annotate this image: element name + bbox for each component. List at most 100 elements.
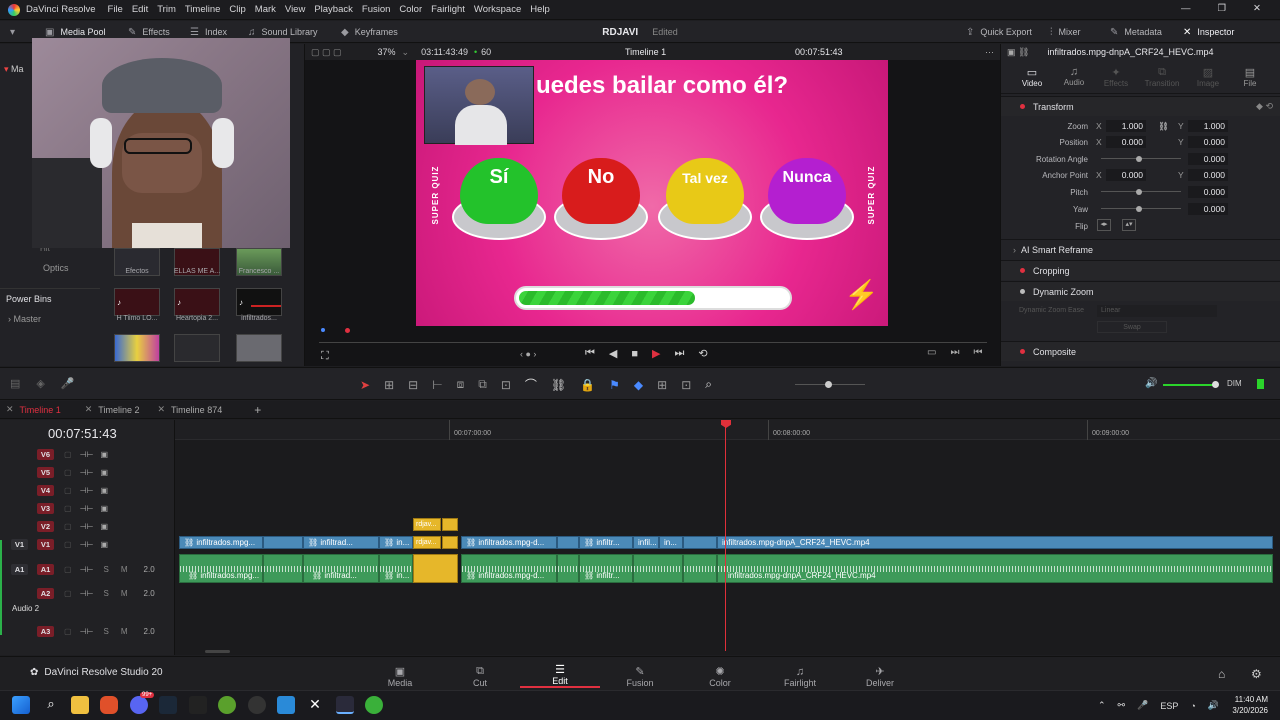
view-icon[interactable]: ◈	[36, 377, 44, 390]
scrubber-track[interactable]	[319, 342, 987, 343]
lock-icon[interactable]: ⊣⊢	[80, 468, 94, 477]
menu-color[interactable]: Color	[399, 4, 422, 15]
dynamic-zoom-section[interactable]: Dynamic Zoom	[1001, 281, 1280, 301]
zoom-detail-icon[interactable]: ⊡	[681, 378, 691, 392]
zoom-y-field[interactable]: 1.000	[1188, 120, 1228, 132]
timeline-clip-v2[interactable]: rdjav...	[413, 518, 441, 531]
tab-file[interactable]: ▤ File	[1235, 66, 1265, 88]
viewer-zoom[interactable]: 37%	[378, 47, 396, 57]
quick-export-button[interactable]: ⇪ Quick Export	[966, 21, 1032, 43]
viewer-options-icon[interactable]: ▢ ▢ ▢	[311, 47, 342, 58]
zoom-fit-icon[interactable]: ⊞	[657, 378, 667, 392]
menu-playback[interactable]: Playback	[314, 4, 353, 15]
maximize-icon[interactable]: ❐	[1218, 3, 1227, 14]
monitor-icon[interactable]: ▣	[101, 504, 109, 513]
timeline-clip-v2[interactable]	[442, 518, 458, 531]
photos-icon[interactable]	[277, 696, 295, 714]
menu-clip[interactable]: Clip	[229, 4, 245, 15]
enable-dot-icon[interactable]	[1020, 104, 1025, 109]
volume-slider[interactable]	[1163, 384, 1215, 386]
rotation-field[interactable]: 0.000	[1188, 153, 1228, 165]
reset-icon[interactable]: ◆ ⟲	[1256, 101, 1273, 112]
lock-icon[interactable]: ⊣⊢	[80, 540, 94, 549]
timeline-clip-a1[interactable]: infiltrados.mpg-dnpA_CRF24_HEVC.mp4	[717, 554, 1273, 583]
timeline-clip-a1[interactable]: ⛓ infiltr...	[579, 554, 633, 583]
minimize-icon[interactable]: —	[1181, 3, 1191, 14]
monitor-icon[interactable]: ▣	[101, 450, 109, 459]
volume-handle[interactable]	[1212, 381, 1219, 388]
blade-tool-icon[interactable]: ⊢	[432, 378, 442, 392]
tray-chevron-icon[interactable]: ⌃	[1098, 700, 1106, 711]
fullscreen-icon[interactable]: ▭	[927, 347, 936, 358]
loop-icon[interactable]: ⟲	[698, 347, 707, 360]
menu-timeline[interactable]: Timeline	[185, 4, 221, 15]
position-y-field[interactable]: 0.000	[1188, 136, 1228, 148]
pitch-field[interactable]: 0.000	[1188, 186, 1228, 198]
skip-end-icon[interactable]: ⏭	[675, 347, 685, 360]
metadata-button[interactable]: ✎ Metadata	[1110, 21, 1162, 43]
page-fusion[interactable]: ✎ Fusion	[600, 660, 680, 688]
clip-thumbnail[interactable]	[174, 334, 220, 362]
replace-icon[interactable]: ⊡	[501, 378, 511, 392]
page-deliver[interactable]: ✈ Deliver	[840, 660, 920, 688]
tab-timeline-1[interactable]: Timeline 1	[20, 405, 61, 415]
wifi-icon[interactable]: ◔	[1190, 701, 1195, 711]
zoom-custom-icon[interactable]: ⌕	[705, 377, 712, 392]
composite-section[interactable]: Composite	[1001, 341, 1280, 361]
solo-button[interactable]: S	[104, 565, 109, 574]
overwrite-icon[interactable]: ⧉	[478, 377, 487, 392]
obs-icon[interactable]	[248, 696, 266, 714]
play-reverse-icon[interactable]: ◀	[609, 347, 617, 360]
steam-icon[interactable]	[159, 696, 177, 714]
timeline-clip-a1[interactable]: ⛓ in...	[379, 554, 413, 583]
tab-effects[interactable]: ✦ Effects	[1101, 66, 1131, 88]
tab-timeline-2[interactable]: Timeline 2	[98, 405, 139, 415]
timeline-clip-a1[interactable]: ⛓ infiltrad...	[303, 554, 379, 583]
viewer-more-icon[interactable]: ⋯	[985, 47, 994, 58]
crop-icon[interactable]: ⛶	[321, 350, 329, 363]
timeline-clip-v1[interactable]: rdjav...	[413, 536, 441, 549]
menu-file[interactable]: File	[108, 4, 123, 15]
menu-view[interactable]: View	[285, 4, 305, 15]
timeline-clip-v1[interactable]: ⛓ in...	[379, 536, 413, 549]
timeline-clip-a1[interactable]	[263, 554, 303, 583]
next-frame-icon[interactable]: ⏭	[950, 347, 959, 358]
marker-icon[interactable]	[321, 328, 325, 332]
timeline-clip-a1[interactable]	[683, 554, 717, 583]
tab-timeline-874[interactable]: Timeline 874	[171, 405, 222, 415]
rotation-slider[interactable]	[1136, 156, 1142, 162]
zoom-slider-handle[interactable]	[825, 381, 832, 388]
menu-fairlight[interactable]: Fairlight	[431, 4, 465, 15]
page-cut[interactable]: ⧉ Cut	[440, 660, 520, 688]
source-patch-v1[interactable]: V1	[11, 538, 28, 550]
marker-color-icon[interactable]: ◆	[634, 378, 643, 392]
power-bins-master[interactable]: › Master	[8, 314, 41, 324]
add-tab-icon[interactable]: +	[254, 403, 261, 417]
timeline-clip-v1[interactable]: ⛓ infiltrados.mpg...	[179, 536, 263, 549]
enable-dot-icon[interactable]	[1020, 268, 1025, 273]
app-icon[interactable]	[365, 696, 383, 714]
jog-icon[interactable]: ‹ ● ›	[520, 349, 536, 359]
search-icon[interactable]: ⌕	[42, 696, 60, 714]
page-edit[interactable]: ☰ Edit	[520, 660, 600, 688]
timeline-clip-v1[interactable]: ⛓ infiltr...	[579, 536, 633, 549]
menu-help[interactable]: Help	[530, 4, 550, 15]
network-icon[interactable]: ⚯	[1118, 700, 1126, 711]
home-icon[interactable]: ⌂	[1218, 667, 1225, 681]
dynamic-zoom-ease-select[interactable]: Linear	[1097, 305, 1217, 317]
mic-icon[interactable]: 🎤	[1137, 700, 1148, 711]
timeline-clip-a1[interactable]	[633, 554, 683, 583]
yaw-slider[interactable]	[1136, 206, 1142, 212]
selection-tool-icon[interactable]: ➤	[360, 378, 370, 392]
keyframes-button[interactable]: ◆ Keyframes	[341, 21, 398, 43]
source-patch-a1[interactable]: A1	[11, 563, 28, 575]
page-color[interactable]: ✺ Color	[680, 660, 760, 688]
timeline-clip-v1[interactable]	[263, 536, 303, 549]
mute-button[interactable]: M	[121, 589, 128, 598]
timeline-clip-a1[interactable]	[557, 554, 579, 583]
xbox-icon[interactable]	[218, 696, 236, 714]
bin-optics[interactable]: Optics	[43, 263, 69, 273]
monitor-icon[interactable]: ▣	[101, 522, 109, 531]
speaker-icon[interactable]: 🔊	[1208, 700, 1219, 711]
close-tab-icon[interactable]: ✕	[157, 404, 165, 415]
